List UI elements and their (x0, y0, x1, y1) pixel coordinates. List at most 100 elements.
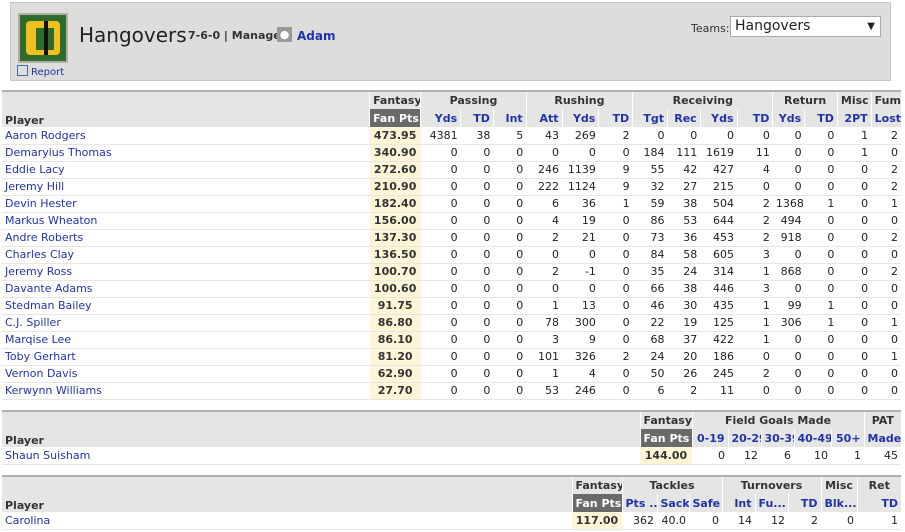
stat-cell: 0 (804, 382, 838, 400)
defense-col-5[interactable]: Fu... (754, 494, 788, 512)
player-link[interactable]: Marqise Lee (2, 331, 370, 349)
stat-cell: 4 (737, 161, 773, 179)
offense-col-12[interactable]: TD (804, 109, 838, 127)
stat-cell: 0 (598, 280, 633, 298)
stat-cell: 35 (632, 263, 668, 281)
stat-cell: 0 (460, 195, 494, 213)
player-link[interactable]: Jeremy Ross (2, 263, 370, 281)
stat-cell: 2 (737, 229, 773, 247)
offense-col-1[interactable]: Yds (420, 109, 461, 127)
offense-col-0[interactable]: Fan Pts (369, 109, 421, 127)
stat-cell: 27 (667, 178, 701, 196)
player-link[interactable]: Charles Clay (2, 246, 370, 264)
offense-col-13[interactable]: 2PT (836, 109, 872, 127)
report-label: Report (31, 67, 65, 78)
stat-cell: 0 (737, 348, 773, 366)
player-link[interactable]: Andre Roberts (2, 229, 370, 247)
defense-col-3[interactable]: Safe (688, 494, 722, 512)
stat-cell: 0 (460, 161, 494, 179)
player-link[interactable]: Vernon Davis (2, 365, 370, 383)
player-link[interactable]: Stedman Bailey (2, 297, 370, 315)
stat-cell: 0 (460, 331, 494, 349)
player-link[interactable]: Shaun Suisham (2, 447, 640, 465)
defense-col-8[interactable]: TD (856, 494, 902, 512)
player-link[interactable]: Markus Wheaton (2, 212, 370, 230)
offense-col-14[interactable]: Lost (870, 109, 901, 127)
stat-cell: 362 (622, 512, 657, 530)
stat-cell: 1 (737, 314, 773, 332)
player-link[interactable]: Toby Gerhart (2, 348, 370, 366)
stat-cell: 0 (632, 127, 668, 145)
stat-cell: 2 (871, 127, 901, 145)
teams-select[interactable]: Hangovers ▼ (730, 16, 881, 37)
offense-col-6[interactable]: TD (598, 109, 633, 127)
stat-cell: 0 (804, 229, 838, 247)
report-link[interactable]: Report (17, 65, 64, 78)
player-link[interactable]: Jeremy Hill (2, 178, 370, 196)
stat-cell: 246 (562, 382, 599, 400)
stat-cell: 125 (700, 314, 738, 332)
stat-cell: 0 (420, 382, 461, 400)
kicker-col-0[interactable]: Fan Pts (639, 429, 692, 447)
stat-cell: 0 (837, 212, 872, 230)
stat-cell: 306 (772, 314, 805, 332)
stat-cell: 38 (460, 127, 494, 145)
offense-col-10[interactable]: TD (736, 109, 773, 127)
teams-label: Teams: (691, 22, 730, 35)
stat-cell: 0 (871, 280, 901, 298)
defense-col-0[interactable]: Fan Pts (571, 494, 622, 512)
kicker-col-5[interactable]: 50+ (830, 429, 865, 447)
player-link[interactable]: C.J. Spiller (2, 314, 370, 332)
stat-cell: 0 (837, 365, 872, 383)
defense-group-ret: Ret (856, 476, 902, 494)
stat-cell: 20 (667, 348, 701, 366)
defense-col-2[interactable]: Sack (656, 494, 689, 512)
manager-link[interactable]: Adam (297, 29, 335, 43)
defense-col-6[interactable]: TD (787, 494, 822, 512)
player-link[interactable]: Davante Adams (2, 280, 370, 298)
kicker-col-4[interactable]: 40-49 (793, 429, 831, 447)
defense-col-7[interactable]: Blk... (820, 494, 858, 512)
stat-cell: 0 (493, 212, 527, 230)
stat-cell: 0 (493, 382, 527, 400)
fantasy-points: 81.20 (369, 348, 421, 366)
stat-cell: 0 (804, 127, 838, 145)
stat-cell: 2 (526, 229, 563, 247)
stat-cell: 326 (562, 348, 599, 366)
offense-col-3[interactable]: Int (492, 109, 527, 127)
offense-col-5[interactable]: Yds (561, 109, 599, 127)
stat-cell: 37 (667, 331, 701, 349)
stat-cell: 43 (526, 127, 563, 145)
offense-col-8[interactable]: Rec (666, 109, 701, 127)
player-link[interactable]: Demaryius Thomas (2, 144, 370, 162)
player-link[interactable]: Carolina (2, 512, 572, 530)
kicker-col-6[interactable]: Made (863, 429, 902, 447)
kicker-col-1[interactable]: 0-19 (691, 429, 728, 447)
table-row: Shaun Suisham 144.00 0 12 6 10 1 45 (2, 447, 902, 465)
kicker-col-2[interactable]: 20-29 (727, 429, 761, 447)
stat-cell: 245 (700, 365, 738, 383)
offense-col-11[interactable]: Yds (772, 109, 805, 127)
offense-col-4[interactable]: Att (525, 109, 563, 127)
defense-col-1[interactable]: Pts ... (621, 494, 657, 512)
player-link[interactable]: Aaron Rodgers (2, 127, 370, 145)
stat-cell: 1 (737, 263, 773, 281)
stat-cell: 1368 (772, 195, 805, 213)
kicker-col-3[interactable]: 30-39 (760, 429, 794, 447)
player-link[interactable]: Eddie Lacy (2, 161, 370, 179)
player-link[interactable]: Kerwynn Williams (2, 382, 370, 400)
stat-cell: 0 (460, 314, 494, 332)
stat-cell: 0 (689, 512, 722, 530)
stat-cell: 32 (632, 178, 668, 196)
fantasy-points: 86.80 (369, 314, 421, 332)
offense-col-9[interactable]: Yds (699, 109, 738, 127)
offense-col-2[interactable]: TD (460, 109, 494, 127)
stat-cell: 11 (737, 144, 773, 162)
stat-cell: 0 (804, 263, 838, 281)
defense-col-4[interactable]: Int (721, 494, 755, 512)
offense-col-7[interactable]: Tgt (632, 109, 668, 127)
fantasy-points: 210.90 (369, 178, 421, 196)
stat-cell: 3 (737, 280, 773, 298)
player-link[interactable]: Devin Hester (2, 195, 370, 213)
stat-cell: 0 (871, 246, 901, 264)
